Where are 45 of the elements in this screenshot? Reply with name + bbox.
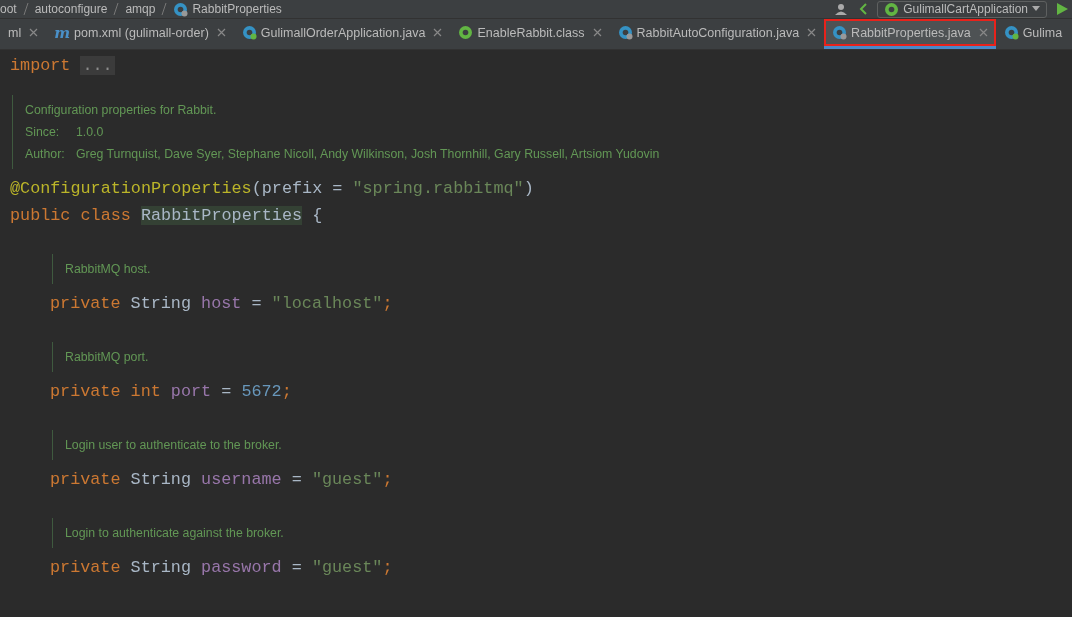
class-icon <box>1003 25 1019 40</box>
close-icon[interactable] <box>807 28 817 37</box>
editor-tab[interactable]: EnableRabbit.class <box>450 19 610 49</box>
code-line: private String password = "guest"; <box>50 557 394 579</box>
editor-tab[interactable]: RabbitProperties.java <box>824 19 996 49</box>
doc-text: Greg Turnquist, Dave Syer, Stephane Nicoll, Andy Wilkinson, Josh Thornhill, Gary Russell, Artsiom Yudovin <box>76 146 660 163</box>
editor-tab[interactable]: m pom.xml (gulimall-order) <box>46 19 234 49</box>
code-line: @ConfigurationProperties(prefix = "spring.rabbitmq") <box>10 178 535 200</box>
breadcrumb[interactable]: autoconfigure <box>34 2 108 16</box>
doc-text: RabbitMQ host. <box>65 261 151 278</box>
caret-icon <box>1032 6 1040 12</box>
maven-icon: m <box>54 23 71 42</box>
editor-tab[interactable]: ml <box>0 19 47 49</box>
editor-tab[interactable]: GulimallOrderApplication.java <box>233 19 451 49</box>
close-icon[interactable] <box>29 28 39 37</box>
doc-text: Configuration properties for Rabbit. <box>25 102 217 119</box>
code-line: public class RabbitProperties { <box>10 205 324 227</box>
close-icon[interactable] <box>978 28 988 37</box>
annotation-icon <box>458 25 474 40</box>
run-config-dropdown[interactable]: GulimallCartApplication <box>877 0 1047 18</box>
class-icon <box>241 25 257 40</box>
class-icon <box>617 25 633 40</box>
doc-text: Login to authenticate against the broker. <box>65 525 284 542</box>
code-line: import ... <box>10 55 116 77</box>
doc-text: 1.0.0 <box>76 124 104 141</box>
separator-icon <box>113 3 120 15</box>
close-icon[interactable] <box>216 28 226 37</box>
run-icon[interactable] <box>1057 3 1068 15</box>
separator-icon <box>161 3 168 15</box>
doc-text: Login user to authenticate to the broker. <box>65 437 282 454</box>
breadcrumb[interactable]: amqp <box>125 2 156 16</box>
breadcrumb[interactable]: oot <box>0 2 17 16</box>
doc-label: Author: <box>25 146 66 163</box>
class-icon <box>832 25 848 40</box>
doc-text: RabbitMQ port. <box>65 349 149 366</box>
close-icon[interactable] <box>433 28 443 37</box>
doc-label: Since: <box>25 124 61 141</box>
close-icon[interactable] <box>592 28 602 37</box>
separator-icon <box>22 3 29 15</box>
breadcrumb[interactable]: RabbitProperties <box>173 1 282 17</box>
code-line: private String host = "localhost"; <box>50 293 394 315</box>
code-line: private String username = "guest"; <box>50 469 394 491</box>
editor-tab[interactable]: RabbitAutoConfiguration.java <box>609 19 825 49</box>
code-line: private int port = 5672; <box>50 381 293 403</box>
editor-tab[interactable]: Gulima <box>995 19 1071 49</box>
